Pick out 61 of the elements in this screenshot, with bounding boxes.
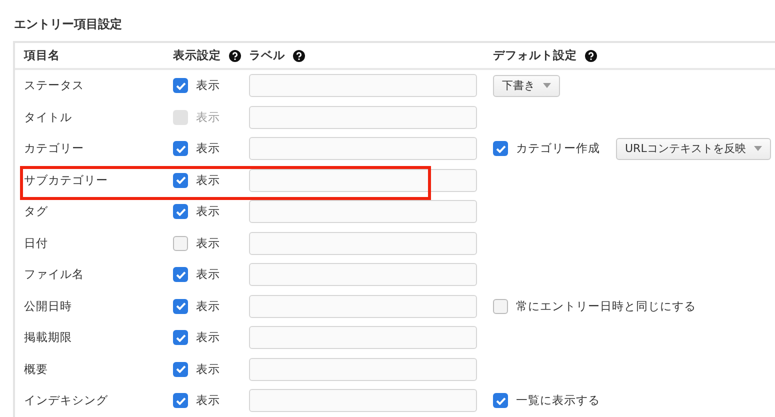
check-icon bbox=[176, 365, 186, 374]
checkbox-label: 表示 bbox=[196, 77, 220, 94]
check-icon bbox=[176, 176, 186, 184]
field-name: タグ bbox=[24, 204, 48, 218]
checkbox[interactable] bbox=[493, 141, 508, 156]
checkbox-label: 表示 bbox=[196, 108, 220, 126]
check-icon bbox=[176, 396, 186, 405]
check-icon bbox=[496, 396, 506, 405]
checkbox-label: 表示 bbox=[196, 298, 220, 315]
caret-icon bbox=[754, 146, 762, 152]
checkbox[interactable] bbox=[173, 393, 188, 408]
checkbox[interactable] bbox=[173, 204, 188, 220]
column-header: 表示設定 bbox=[173, 46, 221, 64]
field-name: カテゴリー bbox=[24, 141, 84, 156]
checkbox[interactable] bbox=[493, 393, 508, 408]
checkbox-label: カテゴリー作成 bbox=[516, 140, 600, 158]
check-icon bbox=[176, 144, 186, 153]
help-icon[interactable] bbox=[293, 50, 305, 62]
check-icon bbox=[496, 144, 506, 153]
checkbox-label: 表示 bbox=[196, 172, 220, 189]
checkbox-label: 表示 bbox=[196, 234, 220, 252]
check-icon bbox=[176, 82, 186, 90]
checkbox-label: 表示 bbox=[196, 360, 220, 378]
checkbox[interactable] bbox=[493, 298, 508, 314]
field-name: ステータス bbox=[24, 78, 84, 92]
dropdown[interactable]: 下書き bbox=[493, 74, 560, 97]
checkbox-label: 表示 bbox=[196, 392, 220, 410]
checkbox[interactable] bbox=[173, 78, 188, 94]
check-icon bbox=[176, 334, 186, 342]
field-name: 掲載期限 bbox=[24, 330, 72, 344]
help-icon[interactable] bbox=[229, 50, 241, 62]
check-icon bbox=[176, 302, 186, 310]
checkbox[interactable] bbox=[173, 172, 188, 188]
column-header: デフォルト設定 bbox=[493, 46, 577, 64]
check-icon bbox=[176, 208, 186, 216]
checkbox-label: 表示 bbox=[196, 140, 220, 158]
checkbox-label: 表示 bbox=[196, 329, 220, 346]
checkbox[interactable] bbox=[173, 330, 188, 346]
checkbox[interactable] bbox=[173, 362, 188, 377]
field-name: 日付 bbox=[24, 236, 48, 250]
check-icon bbox=[176, 270, 186, 279]
checkbox[interactable] bbox=[173, 298, 188, 314]
field-name: サブカテゴリー bbox=[24, 172, 108, 187]
checkbox-label: 表示 bbox=[196, 203, 220, 220]
caret-icon bbox=[543, 83, 551, 88]
column-header: 項目名 bbox=[24, 46, 60, 64]
field-name: タイトル bbox=[24, 110, 72, 124]
dropdown[interactable]: URLコンテキストを反映 bbox=[616, 138, 771, 160]
checkbox-label: 一覧に表示する bbox=[516, 392, 600, 410]
help-icon[interactable] bbox=[585, 50, 597, 62]
field-name: インデキシング bbox=[24, 393, 108, 408]
field-name: 概要 bbox=[24, 362, 48, 376]
checkbox-label: 表示 bbox=[196, 266, 220, 284]
section-title: エントリー項目設定 bbox=[13, 16, 123, 33]
checkbox[interactable] bbox=[173, 267, 188, 282]
checkbox[interactable] bbox=[173, 236, 188, 251]
checkbox[interactable] bbox=[173, 141, 188, 156]
field-name: ファイル名 bbox=[24, 267, 84, 282]
checkbox-label: 常にエントリー日時と同じにする bbox=[516, 298, 696, 315]
column-header: ラベル bbox=[249, 46, 285, 64]
field-name: 公開日時 bbox=[24, 298, 72, 313]
